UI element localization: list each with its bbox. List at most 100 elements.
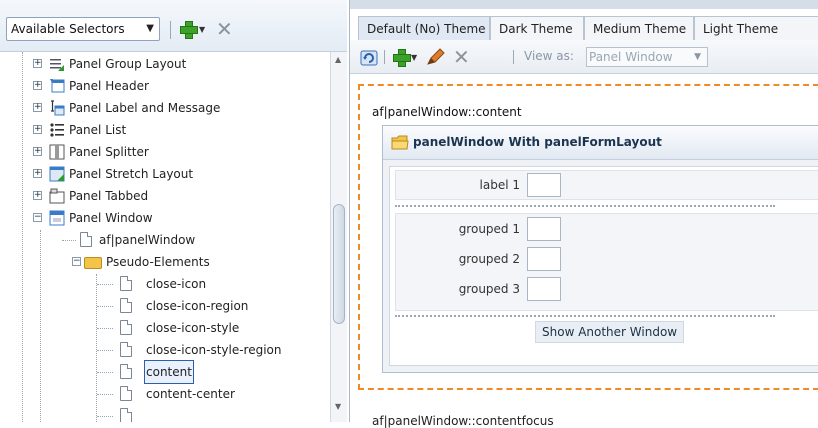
tree-item[interactable]: close-icon-style-region — [0, 339, 330, 361]
tree-guide-line — [97, 394, 113, 395]
grouped-3-input[interactable] — [527, 277, 561, 301]
panel-window-title: panelWindow With panelFormLayout — [413, 135, 662, 149]
tree-item[interactable]: + Panel List — [0, 119, 330, 141]
expand-icon[interactable]: + — [33, 81, 42, 90]
tree-item[interactable]: + Panel Label and Message — [0, 97, 330, 119]
panel-tabbed-icon — [49, 188, 65, 204]
tree-item-label: close-icon-style — [146, 321, 240, 335]
add-dropdown-arrow-icon[interactable]: ▼ — [411, 53, 417, 62]
panel-window-icon — [49, 210, 65, 226]
tree-guide-line — [97, 328, 113, 329]
toolbar-separator — [170, 21, 171, 39]
folder-icon — [391, 135, 409, 150]
form-label: grouped 3 — [458, 282, 520, 296]
panel-list-icon — [50, 123, 64, 137]
delete-icon[interactable]: ✕ — [453, 47, 470, 67]
view-as-label: View as: — [524, 49, 574, 63]
expand-icon[interactable]: + — [33, 59, 42, 68]
chevron-down-icon: ▼ — [146, 23, 154, 34]
tree-guide-line — [97, 372, 113, 373]
panel-stretch-layout-icon — [49, 166, 65, 182]
scroll-up-icon[interactable]: ▲ — [335, 55, 341, 64]
grouped-2-input[interactable] — [527, 247, 561, 271]
tree-item-label: close-icon-style-region — [146, 343, 282, 357]
tree-scrollbar[interactable]: ▲ ▼ — [330, 52, 347, 422]
panel-form-layout: label 1 grouped 1 grouped 2 grouped 3 Sh… — [389, 166, 818, 366]
tree-item-label: af|panelWindow — [99, 233, 196, 247]
selectors-tree: + Panel Group Layout + Panel Header + Pa… — [0, 52, 330, 422]
tree-item[interactable]: + Panel Group Layout — [0, 53, 330, 75]
show-another-window-button[interactable]: Show Another Window — [535, 321, 685, 343]
tree-item-label: Panel Group Layout — [69, 57, 187, 71]
view-as-dropdown[interactable]: Panel Window ▼ — [586, 47, 708, 67]
available-selectors-dropdown[interactable]: Available Selectors ▼ — [6, 17, 160, 41]
tree-item[interactable]: close-icon-region — [0, 295, 330, 317]
document-icon — [80, 232, 92, 247]
tree-item[interactable]: + Panel Splitter — [0, 141, 330, 163]
view-as-value: Panel Window — [589, 50, 673, 64]
tree-item-label: Panel Splitter — [69, 145, 149, 159]
add-dropdown-arrow-icon[interactable]: ▼ — [199, 25, 205, 34]
document-icon — [120, 298, 132, 313]
document-icon — [120, 320, 132, 335]
tree-item-label: Pseudo-Elements — [106, 255, 210, 269]
label-1-input[interactable] — [527, 173, 561, 197]
form-row: label 1 — [395, 170, 818, 200]
expand-icon[interactable]: + — [33, 191, 42, 200]
tree-item-label: content-center — [146, 387, 235, 401]
selectors-pane: Available Selectors ▼ ▼ ✕ + Panel Group … — [0, 0, 347, 422]
top-strip — [350, 0, 818, 9]
tree-item[interactable]: − Pseudo-Elements — [0, 251, 330, 273]
expand-icon[interactable]: + — [33, 125, 42, 134]
tree-item[interactable]: + Panel Header — [0, 75, 330, 97]
available-selectors-label: Available Selectors — [11, 22, 125, 36]
folder-open-icon — [84, 257, 102, 269]
tree-item[interactable]: close-icon-style — [0, 317, 330, 339]
tree-item-label: Panel Stretch Layout — [69, 167, 194, 181]
tree-item-selected[interactable]: content — [0, 360, 330, 384]
tree-item[interactable]: + Panel Stretch Layout — [0, 163, 330, 185]
document-icon — [120, 342, 132, 357]
panel-header-icon — [50, 79, 65, 93]
tab-default-theme[interactable]: Default (No) Theme — [358, 16, 490, 40]
tree-guide-line — [97, 306, 113, 307]
content-selector-label: af|panelWindow::content — [372, 105, 522, 119]
panel-window-preview: panelWindow With panelFormLayout label 1… — [382, 125, 818, 373]
tree-item[interactable]: − Panel Window — [0, 207, 330, 229]
collapse-icon[interactable]: − — [72, 257, 81, 266]
tree-item[interactable] — [0, 405, 330, 422]
expand-icon[interactable]: + — [33, 103, 42, 112]
chevron-down-icon: ▼ — [694, 52, 701, 62]
tree-item[interactable]: content-center — [0, 383, 330, 405]
tree-item-label: Panel Header — [69, 79, 149, 93]
expand-icon[interactable]: + — [33, 169, 42, 178]
tree-item[interactable]: close-icon — [0, 273, 330, 295]
edit-icon[interactable] — [426, 48, 446, 66]
scroll-down-icon[interactable]: ▼ — [335, 402, 341, 411]
add-icon[interactable] — [392, 48, 411, 67]
tree-item-label: Panel Window — [69, 211, 153, 225]
grouped-1-input[interactable] — [527, 217, 561, 241]
refresh-icon[interactable] — [360, 49, 378, 67]
tree-item-label: close-icon — [146, 277, 207, 291]
tree-guide-line — [97, 416, 113, 417]
add-icon[interactable] — [179, 20, 198, 39]
panel-group-layout-icon — [50, 59, 64, 71]
tab-dark-theme[interactable]: Dark Theme — [490, 16, 584, 40]
tree-item[interactable]: af|panelWindow — [0, 229, 330, 251]
delete-icon[interactable]: ✕ — [216, 19, 233, 39]
tree-item-label: Panel List — [69, 123, 127, 137]
tab-medium-theme[interactable]: Medium Theme — [584, 16, 694, 40]
scroll-thumb[interactable] — [333, 204, 345, 324]
tab-light-theme[interactable]: Light Theme — [694, 16, 818, 40]
theme-tabs: Default (No) Theme Dark Theme Medium The… — [350, 16, 818, 40]
panel-window-header: panelWindow With panelFormLayout — [383, 126, 818, 160]
expand-icon[interactable]: + — [33, 147, 42, 156]
tree-item[interactable]: + Panel Tabbed — [0, 185, 330, 207]
document-icon — [120, 364, 132, 379]
collapse-icon[interactable]: − — [33, 213, 42, 222]
tree-item-label: content — [144, 360, 194, 384]
selectors-toolbar: Available Selectors ▼ ▼ ✕ — [0, 0, 347, 52]
toolbar-separator — [384, 50, 385, 64]
form-label: grouped 2 — [458, 252, 520, 266]
